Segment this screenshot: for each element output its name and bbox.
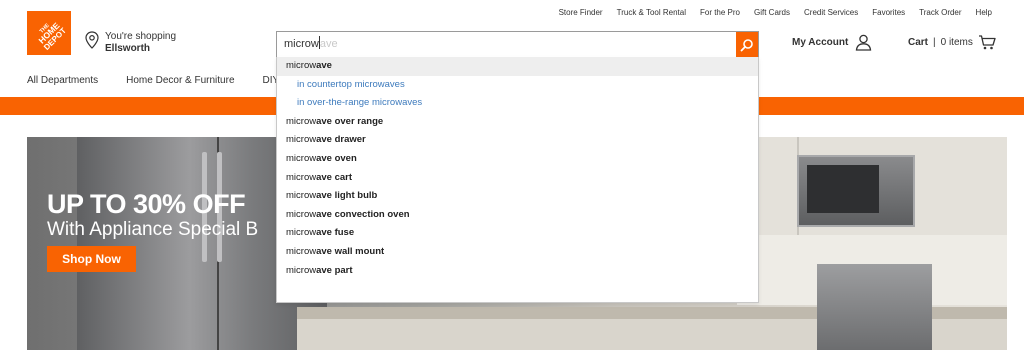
suggestion-item[interactable]: microwave (277, 57, 758, 76)
home-depot-logo[interactable]: THE HOME DEPOT (27, 11, 71, 55)
store-selector[interactable]: You're shopping Ellsworth (85, 31, 176, 55)
store-finder-link[interactable]: Store Finder (559, 8, 603, 17)
track-order-link[interactable]: Track Order (919, 8, 961, 17)
search-icon (740, 38, 753, 51)
suggestion-item[interactable]: microwave fuse (277, 224, 758, 243)
hero-headline: UP TO 30% OFF (47, 189, 246, 219)
cart-icon (978, 35, 996, 50)
search-input[interactable]: microwave (277, 32, 736, 57)
suggestion-item[interactable]: microwave convection oven (277, 206, 758, 225)
credit-services-link[interactable]: Credit Services (804, 8, 858, 17)
utility-links: Store Finder Truck & Tool Rental For the… (545, 8, 992, 17)
cart-separator: | (933, 36, 936, 48)
search-autocomplete-ghost: ave (319, 38, 338, 50)
search-typed-text: microw (284, 38, 319, 50)
cart-label: Cart (908, 36, 929, 48)
location-pin-icon (85, 31, 99, 49)
for-the-pro-link[interactable]: For the Pro (700, 8, 740, 17)
nav-all-departments[interactable]: All Departments (27, 75, 98, 86)
store-name: Ellsworth (105, 43, 151, 54)
favorites-link[interactable]: Favorites (872, 8, 905, 17)
search-box[interactable]: microwave (276, 31, 759, 58)
suggestion-item[interactable]: microwave part (277, 262, 758, 281)
suggestion-item[interactable]: microwave cart (277, 169, 758, 188)
store-label: You're shopping (105, 31, 177, 42)
suggestion-item[interactable]: microwave over range (277, 113, 758, 132)
suggestion-item[interactable]: microwave wall mount (277, 243, 758, 262)
truck-tool-rental-link[interactable]: Truck & Tool Rental (617, 8, 686, 17)
suggestion-item[interactable]: microwave light bulb (277, 187, 758, 206)
my-account-button[interactable]: My Account (792, 34, 872, 51)
cart-count: 0 items (940, 36, 973, 48)
hero-subline: With Appliance Special B (47, 219, 259, 240)
nav-home-decor-furniture[interactable]: Home Decor & Furniture (126, 75, 234, 86)
hero-range-image (817, 264, 932, 350)
cart-button[interactable]: Cart | 0 items (908, 34, 996, 50)
help-link[interactable]: Help (976, 8, 992, 17)
suggestion-category-link[interactable]: in countertop microwaves (277, 76, 758, 95)
suggestion-item[interactable]: microwave oven (277, 150, 758, 169)
search-button[interactable] (736, 32, 758, 57)
suggestion-category-link[interactable]: in over-the-range microwaves (277, 94, 758, 113)
main-nav: All Departments Home Decor & Furniture D… (27, 75, 316, 86)
gift-cards-link[interactable]: Gift Cards (754, 8, 790, 17)
shop-now-button[interactable]: Shop Now (47, 246, 136, 272)
search-suggestions-dropdown: microwave in countertop microwaves in ov… (276, 57, 759, 303)
hero-microwave-image (797, 155, 915, 227)
my-account-label: My Account (792, 37, 849, 48)
user-icon (856, 34, 872, 51)
suggestion-item[interactable]: microwave drawer (277, 131, 758, 150)
